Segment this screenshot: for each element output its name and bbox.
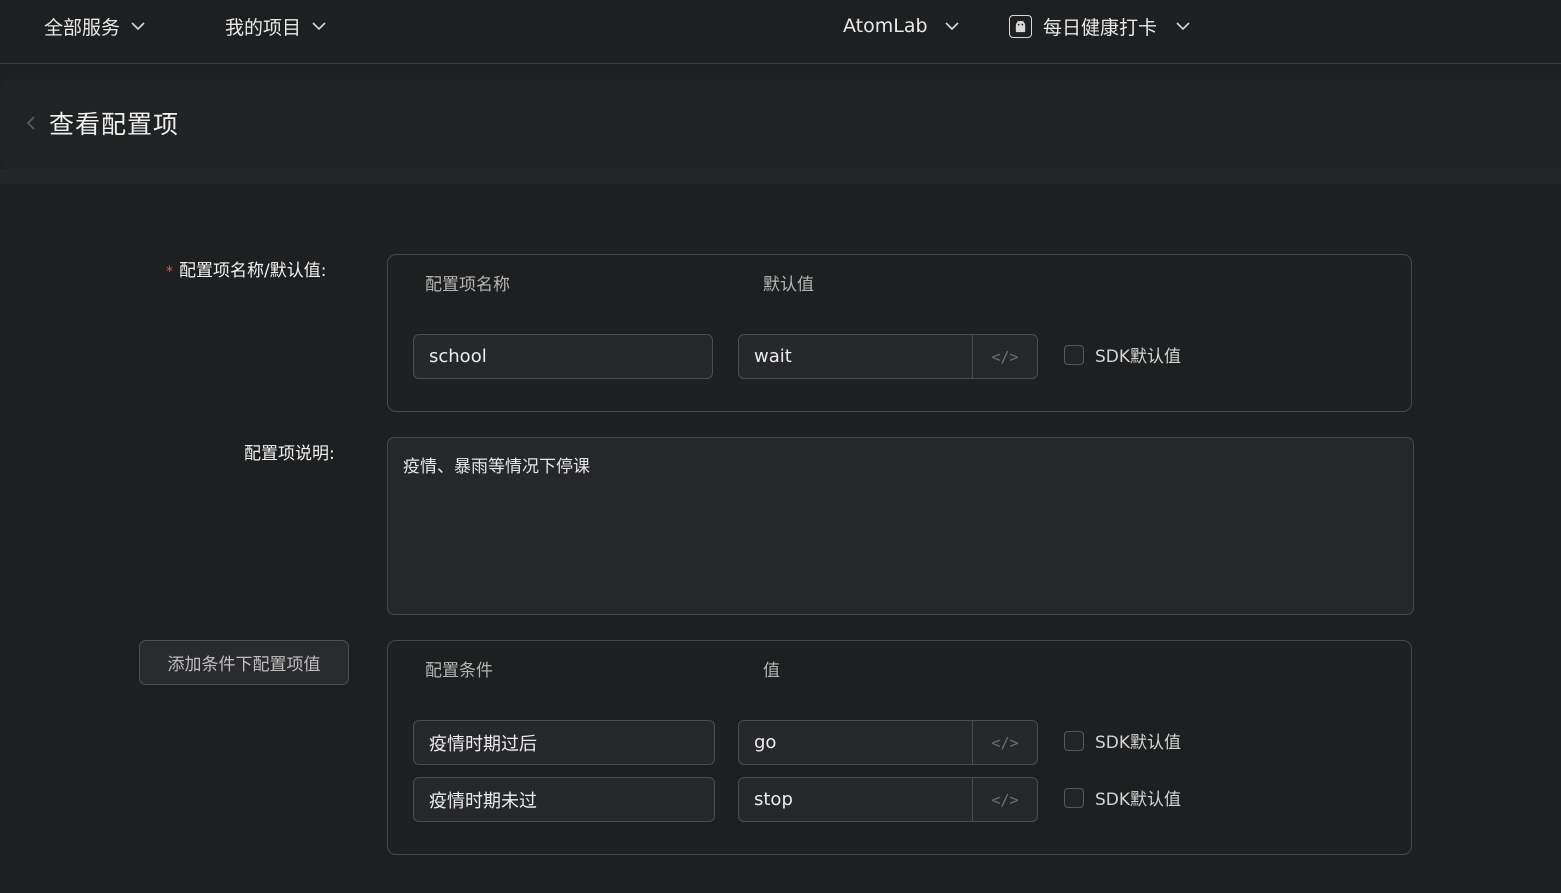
back-arrow-icon[interactable] xyxy=(24,113,38,133)
page-title: 查看配置项 xyxy=(49,110,180,139)
condition-field[interactable]: 疫情时期未过 xyxy=(413,777,715,822)
column-header-name: 配置项名称 xyxy=(425,275,510,295)
header-divider xyxy=(0,169,1561,184)
column-header-value: 值 xyxy=(763,661,780,681)
checkbox-icon[interactable] xyxy=(1064,344,1084,365)
chevron-down-icon xyxy=(1175,18,1191,34)
description-label: 配置项说明: xyxy=(244,444,335,464)
sdk-default-label: SDK默认值 xyxy=(1095,790,1182,810)
all-services-menu[interactable]: 全部服务 xyxy=(44,0,146,52)
add-condition-value-button[interactable]: 添加条件下配置项值 xyxy=(139,640,349,685)
my-projects-menu[interactable]: 我的项目 xyxy=(225,0,327,52)
page-header xyxy=(0,79,1561,169)
condition-value-text[interactable]: stop xyxy=(739,778,973,821)
app-name: 每日健康打卡 xyxy=(1043,16,1158,39)
app-switcher[interactable]: 每日健康打卡 xyxy=(1009,0,1191,52)
condition-value-field[interactable]: stop </> xyxy=(738,777,1038,822)
code-icon[interactable]: </> xyxy=(973,778,1037,821)
android-app-icon xyxy=(1009,14,1032,38)
condition-field[interactable]: 疫情时期过后 xyxy=(413,720,715,765)
chevron-down-icon xyxy=(311,18,327,34)
checkbox-icon[interactable] xyxy=(1064,787,1084,808)
column-header-condition: 配置条件 xyxy=(425,661,493,681)
name-default-label: * 配置项名称/默认值: xyxy=(166,256,326,281)
sdk-default-checkbox[interactable]: SDK默认值 xyxy=(1064,728,1181,753)
condition-value-field[interactable]: go </> xyxy=(738,720,1038,765)
code-icon[interactable]: </> xyxy=(973,721,1037,764)
org-name: AtomLab xyxy=(843,15,928,37)
checkbox-icon[interactable] xyxy=(1064,730,1084,751)
name-default-panel xyxy=(387,254,1412,412)
required-mark: * xyxy=(166,264,173,280)
config-name-field[interactable]: school xyxy=(413,334,713,379)
org-switcher[interactable]: AtomLab xyxy=(843,0,960,52)
default-value-field[interactable]: wait </> xyxy=(738,334,1038,379)
sdk-default-checkbox[interactable]: SDK默认值 xyxy=(1064,342,1181,367)
top-navigation-bar: 全部服务 我的项目 AtomLab 每日健康打卡 xyxy=(0,0,1561,64)
chevron-down-icon xyxy=(944,18,960,34)
my-projects-label: 我的项目 xyxy=(225,16,302,39)
default-value-text[interactable]: wait xyxy=(739,335,973,378)
sdk-default-label: SDK默认值 xyxy=(1095,733,1182,753)
column-header-default: 默认值 xyxy=(763,275,814,295)
name-default-label-text: 配置项名称/默认值: xyxy=(179,261,327,281)
all-services-label: 全部服务 xyxy=(44,16,121,39)
sdk-default-checkbox[interactable]: SDK默认值 xyxy=(1064,785,1181,810)
chevron-down-icon xyxy=(130,18,146,34)
code-icon[interactable]: </> xyxy=(973,335,1037,378)
description-textarea[interactable]: 疫情、暴雨等情况下停课 xyxy=(387,437,1414,615)
sdk-default-label: SDK默认值 xyxy=(1095,347,1182,367)
condition-value-text[interactable]: go xyxy=(739,721,973,764)
